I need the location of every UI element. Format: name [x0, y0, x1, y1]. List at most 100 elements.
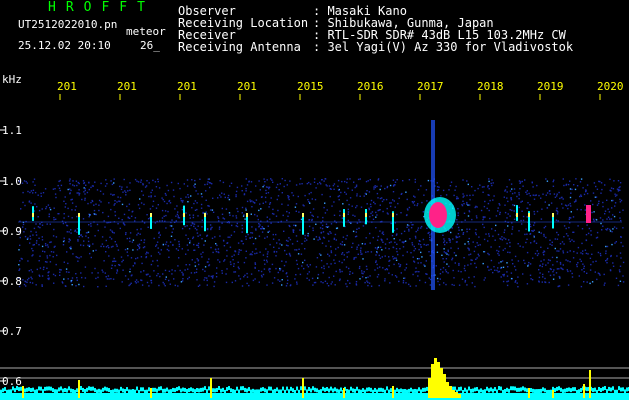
histogram-bin: [252, 388, 254, 393]
noise-speck: [324, 212, 327, 214]
noise-speck: [352, 214, 354, 216]
noise-speck: [356, 248, 358, 250]
histogram-bin: [334, 387, 336, 392]
noise-speck: [606, 259, 608, 261]
noise-speck: [528, 261, 530, 264]
noise-speck: [533, 224, 535, 226]
noise-speck: [368, 282, 371, 284]
noise-speck: [230, 234, 233, 236]
noise-speck: [450, 181, 453, 183]
noise-speck: [533, 210, 535, 213]
noise-speck: [197, 285, 200, 287]
noise-speck: [568, 238, 571, 240]
noise-speck: [474, 189, 476, 192]
meteor-ping-core: [365, 213, 367, 217]
noise-speck: [389, 184, 392, 187]
noise-speck: [522, 215, 525, 218]
noise-speck: [544, 281, 547, 284]
histogram-spike: [78, 380, 80, 398]
histogram-bin: [394, 389, 396, 394]
noise-speck: [209, 224, 212, 226]
noise-speck: [567, 183, 570, 186]
noise-speck: [52, 273, 55, 276]
noise-speck: [550, 202, 553, 204]
noise-speck: [381, 200, 384, 203]
noise-speck: [97, 229, 99, 232]
noise-speck: [607, 227, 609, 230]
noise-speck: [223, 240, 225, 242]
noise-speck: [339, 210, 341, 212]
noise-speck: [337, 185, 339, 187]
noise-speck: [128, 209, 130, 211]
noise-speck: [400, 232, 403, 235]
histogram-bin: [282, 386, 284, 391]
noise-speck: [113, 232, 115, 234]
noise-speck: [399, 265, 401, 268]
noise-speck: [106, 278, 109, 280]
noise-speck: [570, 192, 572, 194]
noise-speck: [84, 266, 87, 268]
noise-speck: [394, 184, 396, 186]
noise-speck: [237, 261, 239, 263]
noise-speck: [197, 246, 200, 248]
noise-speck: [49, 261, 52, 263]
noise-speck: [273, 246, 275, 248]
histogram-bin: [206, 389, 208, 394]
noise-speck: [576, 263, 578, 266]
noise-speck: [238, 275, 240, 277]
noise-speck: [154, 195, 156, 197]
noise-speck: [328, 255, 331, 257]
noise-speck: [474, 246, 477, 248]
noise-speck: [66, 224, 68, 227]
noise-speck: [411, 201, 414, 203]
histogram-bin: [176, 387, 178, 392]
histogram-bin: [426, 386, 428, 391]
noise-speck: [443, 248, 445, 250]
noise-speck: [389, 205, 392, 208]
noise-speck: [508, 239, 510, 241]
noise-speck: [369, 275, 371, 277]
noise-speck: [575, 199, 577, 201]
noise-speck: [218, 226, 221, 228]
noise-speck: [202, 212, 204, 214]
noise-speck: [272, 208, 274, 211]
noise-speck: [31, 271, 34, 273]
noise-speck: [306, 273, 309, 275]
histogram-bin: [254, 389, 256, 394]
histogram-bin: [86, 387, 88, 392]
noise-speck: [417, 275, 419, 277]
histogram-bin: [374, 387, 376, 392]
noise-speck: [266, 236, 268, 238]
noise-speck: [100, 245, 102, 248]
noise-speck: [22, 226, 24, 228]
noise-speck: [322, 216, 324, 219]
noise-speck: [67, 262, 69, 265]
noise-speck: [30, 230, 32, 233]
noise-speck: [531, 230, 533, 232]
noise-speck: [475, 215, 478, 217]
histogram-bin: [270, 386, 272, 391]
noise-speck: [69, 188, 71, 190]
noise-speck: [54, 274, 57, 277]
histogram-bin: [568, 387, 570, 392]
noise-speck: [472, 194, 474, 196]
histogram-bin: [88, 386, 90, 391]
noise-speck: [385, 198, 388, 201]
frequency-unit-label: kHz: [2, 73, 22, 86]
noise-speck: [206, 279, 208, 282]
noise-speck: [420, 251, 422, 254]
noise-speck: [24, 228, 27, 230]
noise-speck: [386, 268, 388, 270]
noise-speck: [276, 242, 278, 244]
noise-speck: [76, 277, 78, 279]
noise-speck: [318, 236, 321, 238]
noise-speck: [110, 193, 112, 195]
noise-speck: [258, 281, 260, 283]
noise-speck: [421, 201, 423, 204]
noise-speck: [159, 253, 161, 255]
noise-speck: [111, 231, 114, 234]
histogram-bin: [68, 386, 70, 391]
histogram-bin: [312, 386, 314, 391]
noise-speck: [326, 209, 328, 211]
noise-speck: [392, 258, 395, 260]
